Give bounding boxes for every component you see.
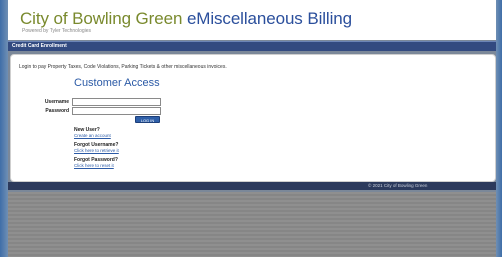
- login-button[interactable]: LOG IN: [135, 116, 160, 123]
- site-title: City of Bowling Green eMiscellaneous Bil…: [20, 9, 352, 29]
- reset-password-link[interactable]: Click here to reset it: [74, 163, 118, 168]
- powered-by-text: Powered by Tyler Technologies: [22, 28, 92, 34]
- intro-text: Login to pay Property Taxes, Code Violat…: [19, 64, 227, 70]
- nav-bar: Credit Card Enrollment: [8, 41, 496, 51]
- page: City of Bowling Green eMiscellaneous Bil…: [0, 0, 502, 257]
- password-label: Password: [45, 108, 69, 114]
- copyright-text: © 2021 City of Bowling Green: [368, 183, 428, 188]
- site-footer: © 2021 City of Bowling Green: [8, 182, 496, 190]
- forgot-username-block: Forgot Username? Click here to retrieve …: [74, 142, 119, 153]
- login-panel: Login to pay Property Taxes, Code Violat…: [10, 54, 496, 182]
- right-window-edge: [496, 0, 502, 257]
- left-window-edge: [0, 0, 8, 257]
- new-user-block: New User? Create an account: [74, 127, 111, 138]
- retrieve-username-link[interactable]: Click here to retrieve it: [74, 148, 119, 153]
- site-title-app: eMiscellaneous Billing: [186, 9, 352, 28]
- nav-item-credit-card-enrollment[interactable]: Credit Card Enrollment: [12, 43, 67, 49]
- password-input[interactable]: [72, 107, 161, 115]
- create-account-link[interactable]: Create an account: [74, 133, 111, 138]
- forgot-password-block: Forgot Password? Click here to reset it: [74, 157, 118, 168]
- customer-access-title: Customer Access: [74, 77, 160, 89]
- username-label: Username: [44, 99, 69, 105]
- username-input[interactable]: [72, 98, 161, 106]
- page-background-pattern: [0, 192, 502, 257]
- site-title-city: City of Bowling Green: [20, 9, 183, 28]
- site-header: City of Bowling Green eMiscellaneous Bil…: [8, 0, 496, 40]
